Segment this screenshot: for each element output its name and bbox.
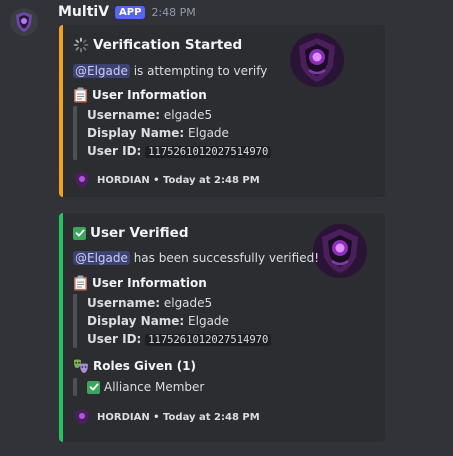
embed-title: User Verified [73,225,189,241]
clipboard-icon [73,87,88,103]
author-avatar[interactable] [10,8,38,36]
embed-title: Verification Started [73,37,242,53]
embed-thumbnail[interactable] [289,32,345,88]
field-title-text: Roles Given (1) [93,359,197,373]
user-mention[interactable]: @Elgade [73,251,130,265]
embed-color-bar [59,213,63,442]
embed-footer: HORDIAN • Today at 2:48 PM [73,408,260,426]
message-header: MultiV APP 2:48 PM [58,3,196,21]
user-verified-embed: User Verified @Elgade has been successfu… [59,213,385,442]
verification-started-embed: Verification Started @Elgade is attempti… [59,25,385,197]
user-id-line: User ID: 1175261012027514970 [87,142,272,161]
field-title-text: User Information [92,88,207,102]
check-mark-icon [87,380,100,394]
role-name: Alliance Member [104,380,205,394]
message-timestamp[interactable]: 2:48 PM [151,6,195,19]
username-line: Username: elgade5 [87,108,213,122]
embed-description: @Elgade has been successfully verified! [73,251,319,265]
user-mention[interactable]: @Elgade [73,64,130,78]
loading-spinner-icon [73,37,89,53]
embed-color-bar [59,25,63,197]
footer-text: HORDIAN • Today at 2:48 PM [97,411,260,423]
user-info-quote: Username: elgade5 Display Name: Elgade U… [73,106,272,161]
description-text: has been successfully verified! [129,251,320,265]
check-mark-icon [73,226,86,240]
display-name-line: Display Name: Elgade [87,314,229,328]
display-name-line: Display Name: Elgade [87,126,229,140]
user-id-code: 1175261012027514970 [145,334,272,346]
embed-title-text: Verification Started [93,37,243,53]
footer-emblem-icon [73,171,91,189]
masks-icon [73,358,89,374]
footer-text: HORDIAN • Today at 2:48 PM [97,174,260,186]
emblem-icon [313,224,367,278]
embed-footer: HORDIAN • Today at 2:48 PM [73,171,260,189]
field-title-text: User Information [92,276,207,290]
embed-description: @Elgade is attempting to verify [73,64,267,78]
app-badge: APP [115,5,146,19]
field-title-roles: Roles Given (1) [73,358,196,374]
user-info-quote: Username: elgade5 Display Name: Elgade U… [73,294,272,349]
author-name[interactable]: MultiV [58,4,109,20]
roles-quote: Alliance Member [73,378,204,396]
description-text: is attempting to verify [129,64,268,78]
footer-emblem-icon [73,408,91,426]
shield-logo-icon [16,12,32,32]
emblem-icon [290,33,344,87]
embed-thumbnail[interactable] [312,223,368,279]
embed-title-text: User Verified [90,225,189,241]
role-item: Alliance Member [87,378,204,396]
field-title-user-info: User Information [73,87,207,103]
user-id-line: User ID: 1175261012027514970 [87,330,272,349]
username-line: Username: elgade5 [87,296,213,310]
clipboard-icon [73,275,88,291]
user-id-code: 1175261012027514970 [145,146,272,158]
field-title-user-info: User Information [73,275,207,291]
